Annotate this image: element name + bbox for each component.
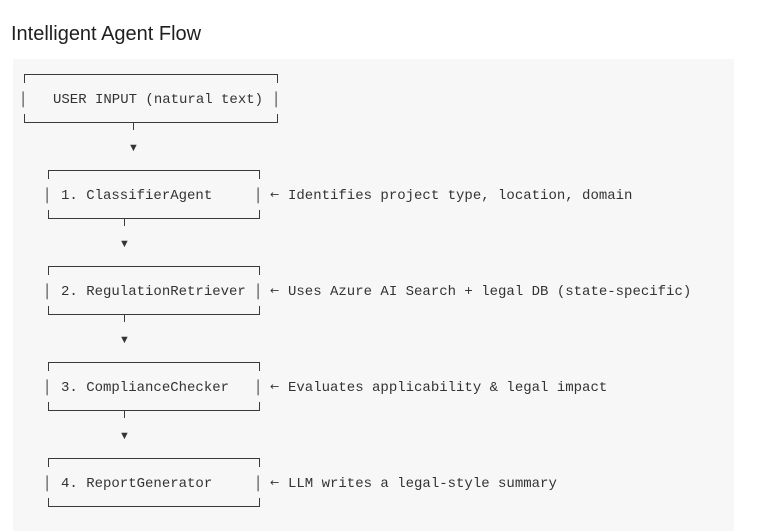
step-1-classifier-agent: │ 1. ClassifierAgent │ ← Identifies proj…: [43, 170, 632, 226]
step-note: Identifies project type, location, domai…: [288, 188, 632, 204]
box-right-border: │: [254, 283, 262, 300]
step-2-regulation-retriever: │ 2. RegulationRetriever │ ← Uses Azure …: [43, 266, 691, 322]
step-note: LLM writes a legal-style summary: [288, 476, 557, 492]
down-arrow-icon: ▼: [128, 142, 139, 154]
flow-code-block: │ USER INPUT (natural text) │ ▼ │ 1. Cla…: [13, 59, 734, 531]
box-left-border: │: [19, 91, 27, 108]
down-arrow-icon: ▼: [119, 430, 130, 442]
step-note: Evaluates applicability & legal impact: [288, 380, 607, 396]
user-input-label: USER INPUT (natural text): [53, 92, 263, 108]
user-input-box: │ USER INPUT (natural text) │: [19, 74, 280, 130]
box-left-border: │: [43, 379, 51, 396]
box-left-border: │: [43, 187, 51, 204]
step-label: 4. ReportGenerator: [61, 476, 212, 492]
step-label: 1. ClassifierAgent: [61, 188, 212, 204]
agent-flow-diagram: │ USER INPUT (natural text) │ ▼ │ 1. Cla…: [19, 74, 691, 507]
box-right-border: │: [254, 187, 262, 204]
down-arrow-icon: ▼: [119, 334, 130, 346]
step-note: Uses Azure AI Search + legal DB (state-s…: [288, 284, 691, 300]
step-4-report-generator: │ 4. ReportGenerator │ ← LLM writes a le…: [43, 458, 557, 507]
left-arrow-icon: ←: [270, 380, 279, 393]
step-label: 3. ComplianceChecker: [61, 380, 229, 396]
step-label: 2. RegulationRetriever: [61, 284, 246, 300]
box-left-border: │: [43, 283, 51, 300]
step-3-compliance-checker: │ 3. ComplianceChecker │ ← Evaluates app…: [43, 362, 607, 418]
box-right-border: │: [254, 379, 262, 396]
left-arrow-icon: ←: [270, 188, 279, 201]
box-right-border: │: [254, 475, 262, 492]
left-arrow-icon: ←: [270, 476, 279, 489]
box-left-border: │: [43, 475, 51, 492]
page-title: Intelligent Agent Flow: [11, 23, 202, 45]
box-right-border: │: [272, 91, 280, 108]
left-arrow-icon: ←: [270, 284, 279, 297]
down-arrow-icon: ▼: [119, 238, 130, 250]
